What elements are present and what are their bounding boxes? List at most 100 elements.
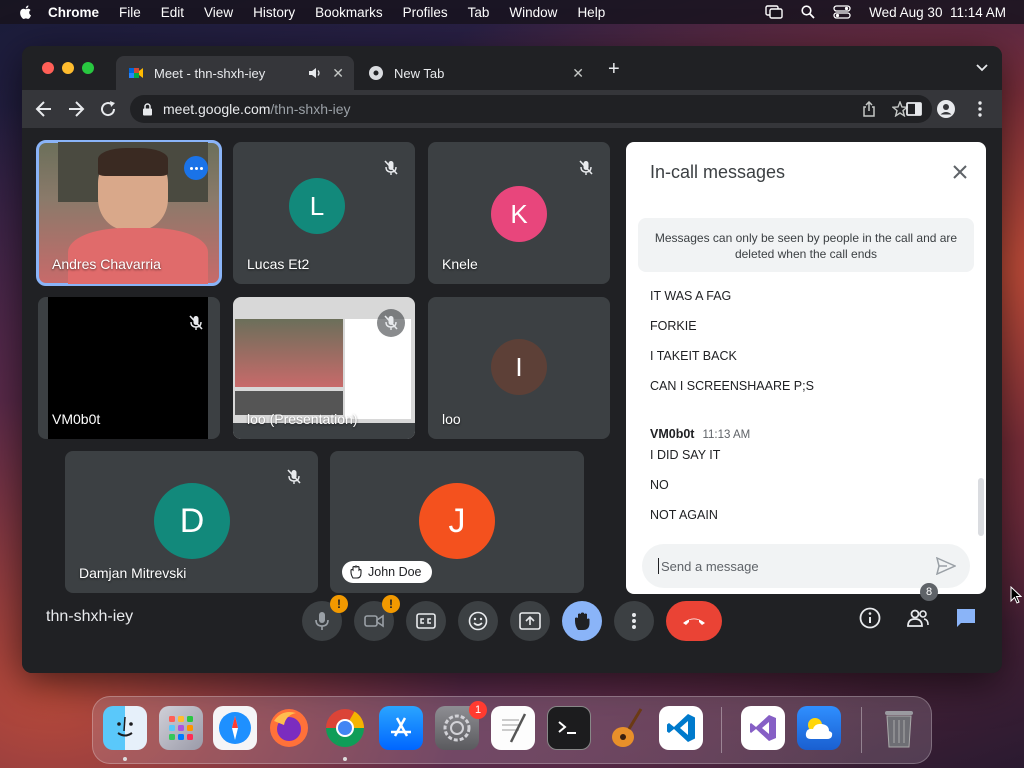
weather-icon[interactable] — [797, 706, 841, 750]
safari-icon[interactable] — [213, 706, 257, 750]
leave-call-button[interactable] — [666, 601, 722, 641]
participant-tile-presentation[interactable]: loo (Presentation) — [233, 297, 415, 439]
tab-meet[interactable]: Meet - thn-shxh-iey ✕ — [116, 56, 354, 90]
menu-edit[interactable]: Edit — [161, 5, 184, 20]
participant-tile-andres[interactable]: Andres Chavarria — [36, 140, 222, 286]
more-options-button[interactable] — [184, 156, 208, 180]
message-sender-header: VM0b0t 11:13 AM — [650, 427, 750, 441]
raise-hand-button[interactable] — [562, 601, 602, 641]
tab-audio-speaker-icon[interactable] — [308, 66, 322, 80]
participant-name: Andres Chavarria — [52, 256, 161, 272]
finder-icon[interactable] — [103, 706, 147, 750]
shared-list-panel — [345, 319, 411, 419]
participant-tile-loo[interactable]: I loo — [428, 297, 610, 439]
chrome-menu-kebab-icon[interactable] — [970, 99, 990, 119]
close-panel-icon[interactable] — [952, 164, 968, 180]
more-vert-icon — [632, 613, 636, 629]
window-close-button[interactable] — [42, 62, 54, 74]
window-minimize-button[interactable] — [62, 62, 74, 74]
chrome-window: Meet - thn-shxh-iey ✕ New Tab ✕ + meet.g… — [22, 46, 1002, 673]
vscode-icon[interactable] — [659, 706, 703, 750]
raised-hand-name-chip: John Doe — [342, 561, 432, 583]
forward-arrow-icon[interactable] — [66, 99, 86, 119]
participant-tile-vm0b0t[interactable]: VM0b0t — [38, 297, 220, 439]
menu-window[interactable]: Window — [509, 5, 557, 20]
participant-name: Damjan Mitrevski — [79, 565, 187, 581]
tab-title: New Tab — [394, 65, 445, 81]
address-bar[interactable]: meet.google.com/thn-shxh-iey — [130, 95, 932, 123]
chat-message: CAN I SCREENSHAARE P;S — [650, 379, 814, 393]
menu-help[interactable]: Help — [577, 5, 605, 20]
more-options-button[interactable] — [614, 601, 654, 641]
lock-icon[interactable] — [142, 102, 153, 116]
show-everyone-button[interactable] — [904, 604, 932, 632]
back-arrow-icon[interactable] — [34, 99, 54, 119]
chat-message: I DID SAY IT — [650, 448, 721, 462]
tab-search-chevron-icon[interactable] — [976, 64, 988, 72]
new-tab-plus-icon[interactable]: + — [608, 59, 620, 79]
mic-muted-icon — [377, 154, 405, 182]
menu-file[interactable]: File — [119, 5, 141, 20]
mic-muted-icon — [182, 309, 210, 337]
window-zoom-button[interactable] — [82, 62, 94, 74]
avatar: D — [154, 483, 230, 559]
tab-new-tab[interactable]: New Tab ✕ — [356, 56, 594, 90]
send-message-input[interactable]: Send a message — [642, 544, 970, 588]
menu-bookmarks[interactable]: Bookmarks — [315, 5, 383, 20]
menu-history[interactable]: History — [253, 5, 295, 20]
clock[interactable]: Wed Aug 30 11:14 AM — [869, 5, 1006, 20]
chat-privacy-notice: Messages can only be seen by people in t… — [638, 218, 974, 272]
send-reaction-button[interactable] — [458, 601, 498, 641]
side-panel-icon[interactable] — [904, 99, 924, 119]
mic-muted-icon — [572, 154, 600, 182]
dot — [189, 166, 193, 170]
participant-name: loo (Presentation) — [247, 411, 358, 427]
app-store-icon[interactable] — [379, 706, 423, 750]
chrome-icon[interactable] — [323, 706, 367, 750]
terminal-icon[interactable] — [547, 706, 591, 750]
tab-close-icon[interactable]: ✕ — [332, 65, 344, 82]
menu-tab[interactable]: Tab — [468, 5, 490, 20]
profile-avatar-icon[interactable] — [936, 99, 956, 119]
reload-icon[interactable] — [98, 99, 118, 119]
chat-message: NO — [650, 478, 669, 492]
chat-message: NOT AGAIN — [650, 508, 718, 522]
captions-button[interactable] — [406, 601, 446, 641]
people-icon — [907, 609, 929, 627]
trash-icon[interactable] — [877, 706, 921, 750]
screen-mirroring-icon[interactable] — [765, 5, 783, 19]
menu-profiles[interactable]: Profiles — [403, 5, 448, 20]
apple-icon[interactable] — [18, 4, 34, 20]
avatar: I — [491, 339, 547, 395]
textedit-icon[interactable] — [491, 706, 535, 750]
participant-tile-lucas[interactable]: L Lucas Et2 — [233, 142, 415, 284]
participant-tile-john-doe[interactable]: J John Doe — [330, 451, 584, 593]
tab-close-icon[interactable]: ✕ — [572, 65, 584, 82]
launchpad-icon[interactable] — [159, 706, 203, 750]
camera-toggle-button[interactable]: ! — [354, 595, 400, 641]
meeting-details-button[interactable] — [856, 604, 884, 632]
menu-app-name[interactable]: Chrome — [48, 5, 99, 20]
share-icon[interactable] — [862, 101, 876, 117]
chat-with-everyone-button[interactable] — [952, 604, 980, 632]
dock-separator — [721, 707, 722, 753]
dock-separator — [861, 707, 862, 753]
control-center-icon[interactable] — [833, 5, 851, 19]
menu-view[interactable]: View — [204, 5, 233, 20]
firefox-icon[interactable] — [267, 706, 311, 750]
browser-toolbar: meet.google.com/thn-shxh-iey — [22, 90, 1002, 128]
participant-tile-knele[interactable]: K Knele — [428, 142, 610, 284]
garageband-icon[interactable] — [603, 706, 647, 750]
visual-studio-icon[interactable] — [741, 706, 785, 750]
chat-scrollbar[interactable] — [978, 478, 984, 536]
present-now-button[interactable] — [510, 601, 550, 641]
input-placeholder: Send a message — [661, 558, 759, 574]
mouse-cursor-icon — [1010, 586, 1022, 604]
message-timestamp: 11:13 AM — [702, 429, 751, 441]
send-icon[interactable] — [936, 557, 956, 575]
present-screen-icon — [519, 612, 541, 630]
microphone-toggle-button[interactable]: ! — [302, 595, 348, 641]
avatar: K — [491, 186, 547, 242]
participant-tile-damjan[interactable]: D Damjan Mitrevski — [65, 451, 318, 593]
spotlight-search-icon[interactable] — [801, 5, 815, 19]
